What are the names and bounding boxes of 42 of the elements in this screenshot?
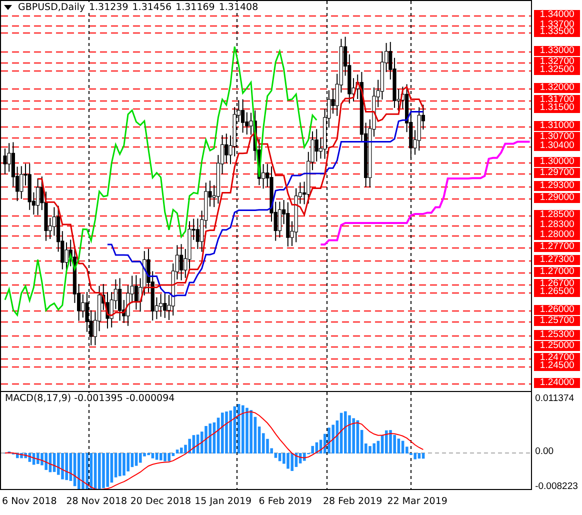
price-level-label: 1.27700 (534, 242, 580, 252)
price-level-label: 1.25700 (534, 316, 580, 326)
date-label: 20 Dec 2018 (130, 496, 192, 507)
price-value: 1.31239 (88, 2, 128, 13)
date-label: 22 Mar 2019 (387, 496, 448, 507)
date-label: 15 Jan 2019 (194, 496, 252, 507)
date-label: 28 Feb 2019 (323, 496, 382, 507)
price-value: 1.31169 (176, 2, 215, 13)
price-level-label: 1.33000 (534, 46, 580, 56)
price-level-label: 1.30400 (534, 141, 580, 151)
price-level-label: 1.25000 (534, 341, 580, 351)
price-level-label: 1.26500 (534, 287, 580, 297)
price-level-label: 1.29300 (534, 181, 580, 191)
price-level-label: 1.28000 (534, 230, 580, 240)
price-level-label: 1.27000 (534, 267, 580, 277)
price-level-label: 1.27300 (534, 255, 580, 265)
price-value: 1.31408 (218, 2, 258, 13)
macd-label: MACD(8,17,9) -0.001395 -0.000094 (5, 393, 175, 404)
price-level-label: 1.30700 (534, 132, 580, 142)
dropdown-triangle-icon[interactable] (4, 5, 12, 10)
price-level-label: 1.31500 (534, 103, 580, 113)
price-level-label: 1.24000 (534, 378, 580, 388)
price-level-label: 1.29700 (534, 168, 580, 178)
date-label: 28 Nov 2018 (66, 496, 128, 507)
price-level-label: 1.28300 (534, 220, 580, 230)
price-level-label: 1.26000 (534, 305, 580, 315)
price-level-label: 1.32500 (534, 65, 580, 75)
symbol-label: GBPUSD,Daily (18, 2, 85, 13)
macd-axis-label: -0.008223 (535, 481, 578, 492)
price-level-label: 1.29000 (534, 193, 580, 203)
price-level-label: 1.28500 (534, 210, 580, 220)
price-level-label: 1.30000 (534, 157, 580, 167)
price-level-label: 1.34000 (534, 10, 580, 20)
price-level-label: 1.24500 (534, 361, 580, 371)
macd-axis-label: 0.00 (535, 446, 554, 457)
price-level-label: 1.32000 (534, 83, 580, 93)
date-label: 6 Feb 2019 (258, 496, 312, 507)
price-level-label: 1.25300 (534, 330, 580, 340)
price-level-label: 1.31000 (534, 121, 580, 131)
price-value: 1.31456 (132, 2, 172, 13)
macd-axis-label: 0.011374 (535, 393, 574, 404)
date-label: 6 Nov 2018 (2, 496, 57, 507)
